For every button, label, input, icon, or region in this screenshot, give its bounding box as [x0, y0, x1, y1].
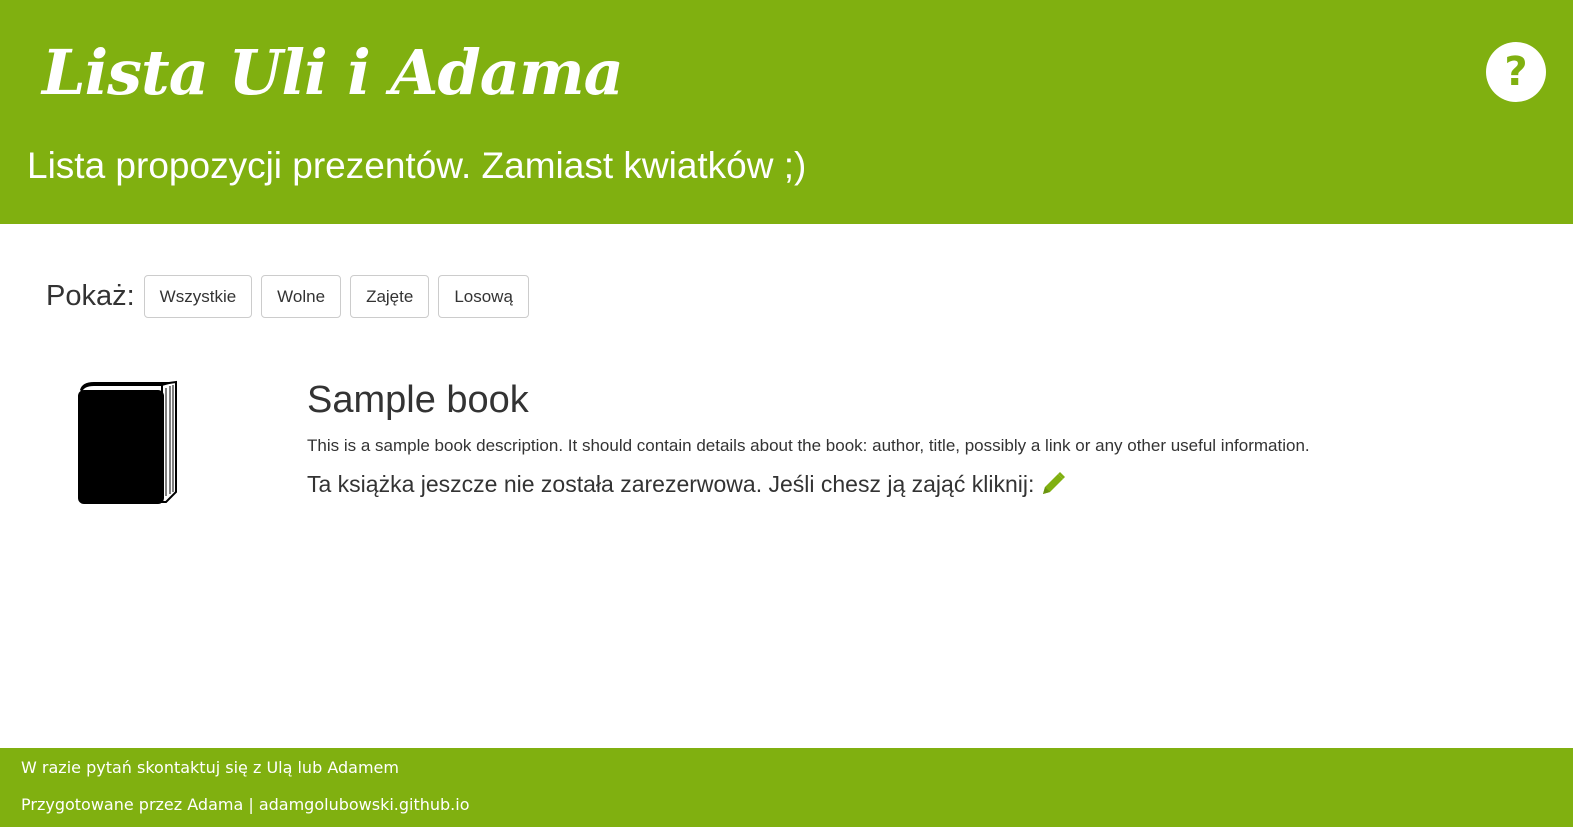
- filter-random-button[interactable]: Losową: [438, 275, 529, 318]
- footer-credits-link[interactable]: Przygotowane przez Adama | adamgolubowsk…: [21, 794, 470, 816]
- filter-all-button[interactable]: Wszystkie: [143, 275, 253, 318]
- site-title: Lista Uli i Adama: [42, 36, 624, 109]
- book-status: Ta książka jeszcze nie została zarezerwo…: [307, 469, 1066, 499]
- footer: W razie pytań skontaktuj się z Ulą lub A…: [0, 748, 1573, 827]
- reserve-pencil-icon[interactable]: [1040, 471, 1066, 497]
- filter-bar: Pokaż: Wszystkie Wolne Zajęte Losową: [46, 275, 538, 318]
- site-subtitle: Lista propozycji prezentów. Zamiast kwia…: [27, 145, 807, 186]
- book-icon: [76, 380, 178, 506]
- book-description: This is a sample book description. It sh…: [307, 436, 1310, 455]
- book-title: Sample book: [307, 379, 529, 421]
- filter-taken-button[interactable]: Zajęte: [350, 275, 430, 318]
- help-button[interactable]: ?: [1486, 42, 1546, 102]
- book-status-text: Ta książka jeszcze nie została zarezerwo…: [307, 471, 1035, 497]
- header: Lista Uli i Adama Lista propozycji preze…: [0, 0, 1573, 224]
- question-icon: ?: [1504, 49, 1528, 95]
- filter-free-button[interactable]: Wolne: [261, 275, 342, 318]
- footer-contact-text: W razie pytań skontaktuj się z Ulą lub A…: [21, 758, 399, 777]
- filter-label: Pokaż:: [46, 280, 135, 312]
